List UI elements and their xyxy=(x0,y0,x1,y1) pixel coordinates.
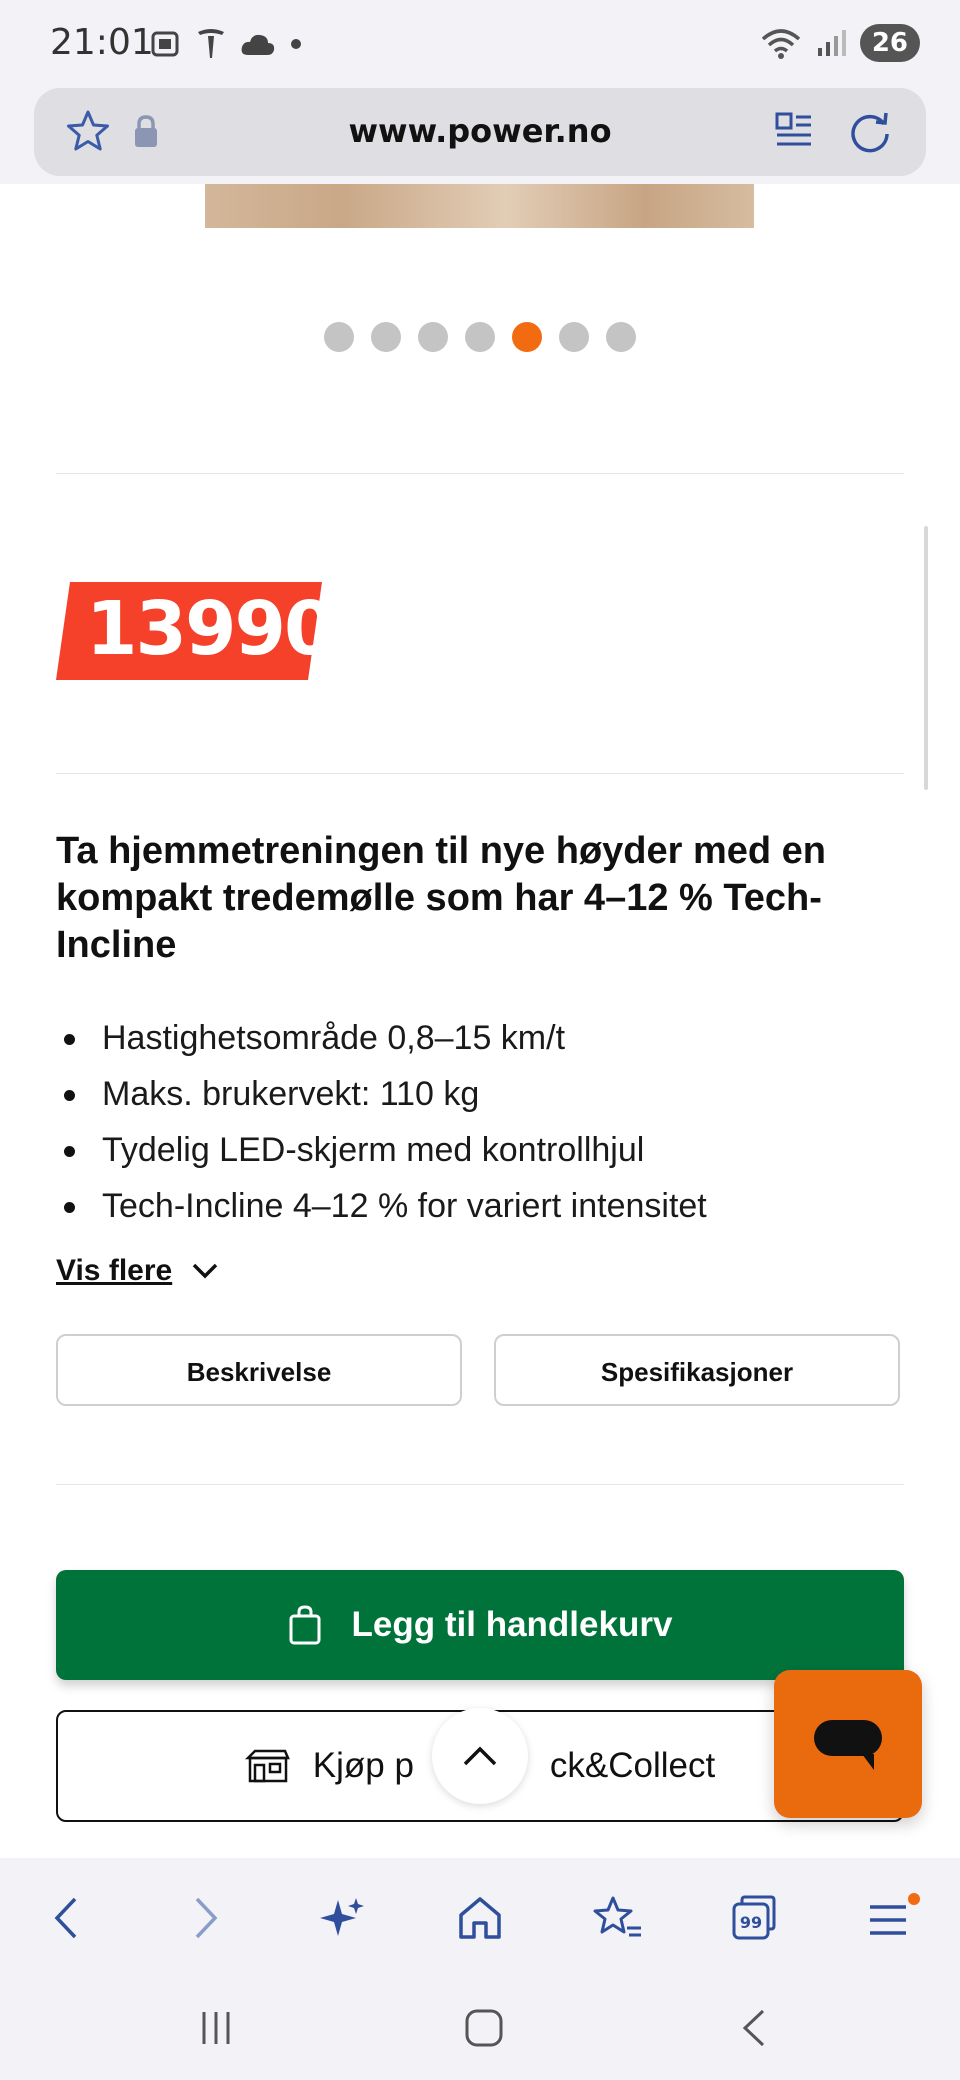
home-square-icon xyxy=(465,2009,503,2047)
reader-mode-icon[interactable] xyxy=(774,110,814,154)
signal-icon xyxy=(817,30,846,56)
wifi-icon xyxy=(761,29,800,59)
product-headline: Ta hjemmetreningen til nye høyder med en… xyxy=(56,830,827,966)
chevron-up-icon xyxy=(463,1746,497,1766)
page-content: 13990 Ta hjemmetreningen til nye høyder … xyxy=(0,184,960,1858)
price: 13990 xyxy=(86,586,335,672)
screenshot-icon xyxy=(151,31,179,57)
add-to-cart-label: Legg til handlekurv xyxy=(351,1605,673,1644)
menu-button[interactable] xyxy=(862,1888,922,1948)
shopping-bag-icon xyxy=(289,1605,321,1645)
browser-nav: 99 xyxy=(0,1858,960,1968)
show-more-label: Vis flere xyxy=(56,1254,173,1287)
recent-apps-icon xyxy=(202,2012,230,2044)
feature-item: Tech-Incline 4–12 % for variert intensit… xyxy=(56,1178,707,1234)
feature-list: Hastighetsområde 0,8–15 km/t Maks. bruke… xyxy=(56,1010,707,1234)
carousel-dot[interactable] xyxy=(559,322,589,352)
bookmarks-icon xyxy=(593,1896,641,1937)
recent-apps-button[interactable] xyxy=(186,1998,246,2058)
feature-item: Hastighetsområde 0,8–15 km/t xyxy=(56,1010,707,1066)
divider xyxy=(56,773,904,774)
menu-icon xyxy=(870,1893,920,1935)
carousel-dot[interactable] xyxy=(418,322,448,352)
chat-bubble-icon xyxy=(814,1720,882,1770)
tabs-icon: 99 xyxy=(732,1895,776,1940)
show-more-link[interactable]: Vis flere xyxy=(56,1254,218,1288)
store-icon xyxy=(244,1749,290,1783)
feature-item: Maks. brukervekt: 110 kg xyxy=(56,1066,707,1122)
ai-button[interactable] xyxy=(312,1888,372,1948)
chat-button[interactable] xyxy=(774,1670,922,1818)
price-badge: 13990 xyxy=(56,582,335,680)
tesla-icon xyxy=(198,29,224,58)
status-time: 21:01 xyxy=(50,22,154,63)
click-collect-label-start: Kjøp p xyxy=(312,1746,414,1785)
feature-item: Tydelig LED-skjerm med kontrollhjul xyxy=(56,1122,707,1178)
battery-indicator: 26 xyxy=(859,24,920,62)
scroll-to-top-button[interactable] xyxy=(432,1708,528,1804)
add-to-cart-button[interactable]: Legg til handlekurv xyxy=(56,1570,904,1680)
status-bar: 21:01 26 xyxy=(0,0,960,88)
back-button[interactable] xyxy=(36,1888,96,1948)
carousel-dot[interactable] xyxy=(512,322,542,352)
home-system-button[interactable] xyxy=(454,1998,514,2058)
system-back-icon xyxy=(742,2009,765,2047)
browser-bottom-bar: 99 xyxy=(0,1858,960,2080)
system-back-button[interactable] xyxy=(724,1998,784,2058)
chevron-down-icon xyxy=(192,1263,218,1279)
click-collect-label-end: ck&Collect xyxy=(549,1746,716,1785)
forward-button[interactable] xyxy=(176,1888,236,1948)
browser-toolbar: www.power.no xyxy=(0,88,960,184)
back-icon xyxy=(54,1897,77,1939)
address-bar[interactable]: www.power.no xyxy=(34,88,926,176)
home-button[interactable] xyxy=(450,1888,510,1948)
tab-spesifikasjoner[interactable]: Spesifikasjoner xyxy=(494,1334,900,1406)
carousel-dot[interactable] xyxy=(371,322,401,352)
divider xyxy=(56,1484,904,1485)
tabs-button[interactable]: 99 xyxy=(724,1888,784,1948)
dot-icon xyxy=(291,39,301,49)
tabs-count: 99 xyxy=(740,1913,762,1932)
divider xyxy=(56,473,904,474)
scrollbar[interactable] xyxy=(924,526,928,790)
reload-icon[interactable] xyxy=(846,108,894,156)
carousel-dot[interactable] xyxy=(606,322,636,352)
carousel-dots xyxy=(0,322,960,352)
carousel-dot[interactable] xyxy=(465,322,495,352)
cloud-icon xyxy=(241,34,275,55)
forward-icon xyxy=(195,1897,218,1939)
carousel-dot[interactable] xyxy=(324,322,354,352)
product-image[interactable] xyxy=(205,184,754,228)
ai-sparkle-icon xyxy=(320,1898,364,1936)
tab-beskrivelse[interactable]: Beskrivelse xyxy=(56,1334,462,1406)
home-icon xyxy=(459,1897,501,1939)
system-nav-bar xyxy=(0,1998,960,2068)
status-notification-icons xyxy=(148,26,302,62)
bookmarks-button[interactable] xyxy=(588,1888,648,1948)
status-system-icons: 26 xyxy=(760,24,920,62)
